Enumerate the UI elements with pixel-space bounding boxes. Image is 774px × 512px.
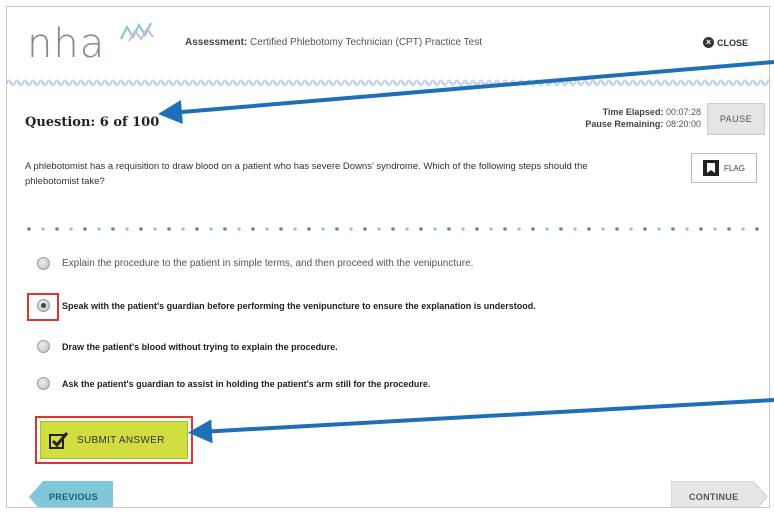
close-icon: × [703, 37, 714, 48]
progress-dot [545, 227, 549, 231]
selected-answer-highlight [27, 293, 59, 321]
progress-dot [265, 227, 269, 231]
progress-dot [671, 227, 675, 231]
progress-dot [125, 227, 129, 231]
progress-dot [27, 227, 31, 231]
progress-dot [307, 227, 311, 231]
progress-dot [657, 227, 661, 231]
radio-button[interactable] [37, 340, 50, 353]
answer-option-text: Speak with the patient's guardian before… [62, 300, 536, 311]
answer-option-3[interactable]: Draw the patient's blood without trying … [37, 340, 338, 353]
question-text: A phlebotomist has a requisition to draw… [25, 161, 588, 187]
progress-dot [377, 227, 381, 231]
progress-dot [391, 227, 395, 231]
progress-dot [475, 227, 479, 231]
progress-dot [181, 227, 185, 231]
time-elapsed-label: Time Elapsed: [602, 107, 664, 117]
answer-option-1[interactable]: Explain the procedure to the patient in … [37, 257, 473, 270]
pause-remaining-value: 08:20:00 [665, 119, 701, 129]
progress-dot [139, 227, 143, 231]
progress-dot [237, 227, 241, 231]
progress-dot [251, 227, 255, 231]
pause-remaining-label: Pause Remaining: [585, 119, 664, 129]
progress-dot [321, 227, 325, 231]
assessment-title: Assessment: Certified Phlebotomy Technic… [185, 37, 482, 48]
continue-label: CONTINUE [689, 492, 739, 502]
progress-dot [419, 227, 423, 231]
progress-dot [447, 227, 451, 231]
submit-answer-label: SUBMIT ANSWER [77, 434, 165, 446]
progress-dot [433, 227, 437, 231]
flag-button[interactable]: FLAG [691, 153, 757, 183]
progress-dot [209, 227, 213, 231]
progress-dot [97, 227, 101, 231]
question-progress-dots [27, 227, 759, 231]
question-number: Question: 6 of 100 [25, 115, 160, 130]
answer-option-text: Draw the patient's blood without trying … [62, 341, 338, 352]
progress-dot [755, 227, 759, 231]
progress-dot [279, 227, 283, 231]
answer-option-2[interactable]: Speak with the patient's guardian before… [37, 299, 536, 312]
answer-option-4[interactable]: Ask the patient's guardian to assist in … [37, 377, 430, 390]
checkbox-check-icon [49, 432, 69, 449]
progress-dot [223, 227, 227, 231]
progress-dot [363, 227, 367, 231]
progress-dot [629, 227, 633, 231]
radio-button[interactable] [37, 377, 50, 390]
progress-dot [699, 227, 703, 231]
progress-dot [405, 227, 409, 231]
progress-dot [531, 227, 535, 231]
progress-dot [601, 227, 605, 231]
progress-dot [153, 227, 157, 231]
previous-button[interactable]: PREVIOUS [29, 481, 113, 507]
nha-logo: nha [27, 21, 106, 67]
radio-button[interactable] [37, 257, 50, 270]
progress-dot [685, 227, 689, 231]
progress-dot [41, 227, 45, 231]
close-label: CLOSE [717, 37, 749, 48]
time-elapsed-value: 00:07:28 [665, 107, 701, 117]
progress-dot [349, 227, 353, 231]
answer-option-text: Explain the procedure to the patient in … [62, 258, 474, 269]
continue-button[interactable]: CONTINUE [670, 480, 768, 507]
previous-label: PREVIOUS [49, 492, 98, 502]
progress-dot [741, 227, 745, 231]
progress-dot [69, 227, 73, 231]
close-button[interactable]: × CLOSE [703, 37, 748, 48]
progress-dot [461, 227, 465, 231]
progress-dot [111, 227, 115, 231]
answer-option-text: Ask the patient's guardian to assist in … [62, 378, 431, 389]
header-divider [7, 77, 769, 87]
progress-dot [587, 227, 591, 231]
assessment-label: Assessment: [185, 37, 248, 48]
assessment-name: Certified Phlebotomy Technician (CPT) Pr… [250, 37, 482, 48]
progress-dot [713, 227, 717, 231]
pause-button[interactable]: PAUSE [707, 103, 765, 135]
progress-dot [615, 227, 619, 231]
progress-dot [293, 227, 297, 231]
progress-dot [727, 227, 731, 231]
progress-dot [335, 227, 339, 231]
progress-dot [167, 227, 171, 231]
timer-panel: Time Elapsed: 00:07:28 Pause Remaining: … [585, 106, 701, 130]
progress-dot [503, 227, 507, 231]
progress-dot [643, 227, 647, 231]
progress-dot [195, 227, 199, 231]
flag-label: FLAG [724, 163, 745, 173]
logo-mark-icon [120, 22, 154, 42]
submit-answer-button[interactable]: SUBMIT ANSWER [40, 421, 188, 459]
assessment-window: nha Assessment: Certified Phlebotomy Tec… [6, 6, 770, 508]
flag-icon [703, 160, 720, 176]
progress-dot [517, 227, 521, 231]
progress-dot [83, 227, 87, 231]
progress-dot [573, 227, 577, 231]
progress-dot [489, 227, 493, 231]
progress-dot [55, 227, 59, 231]
progress-dot [559, 227, 563, 231]
